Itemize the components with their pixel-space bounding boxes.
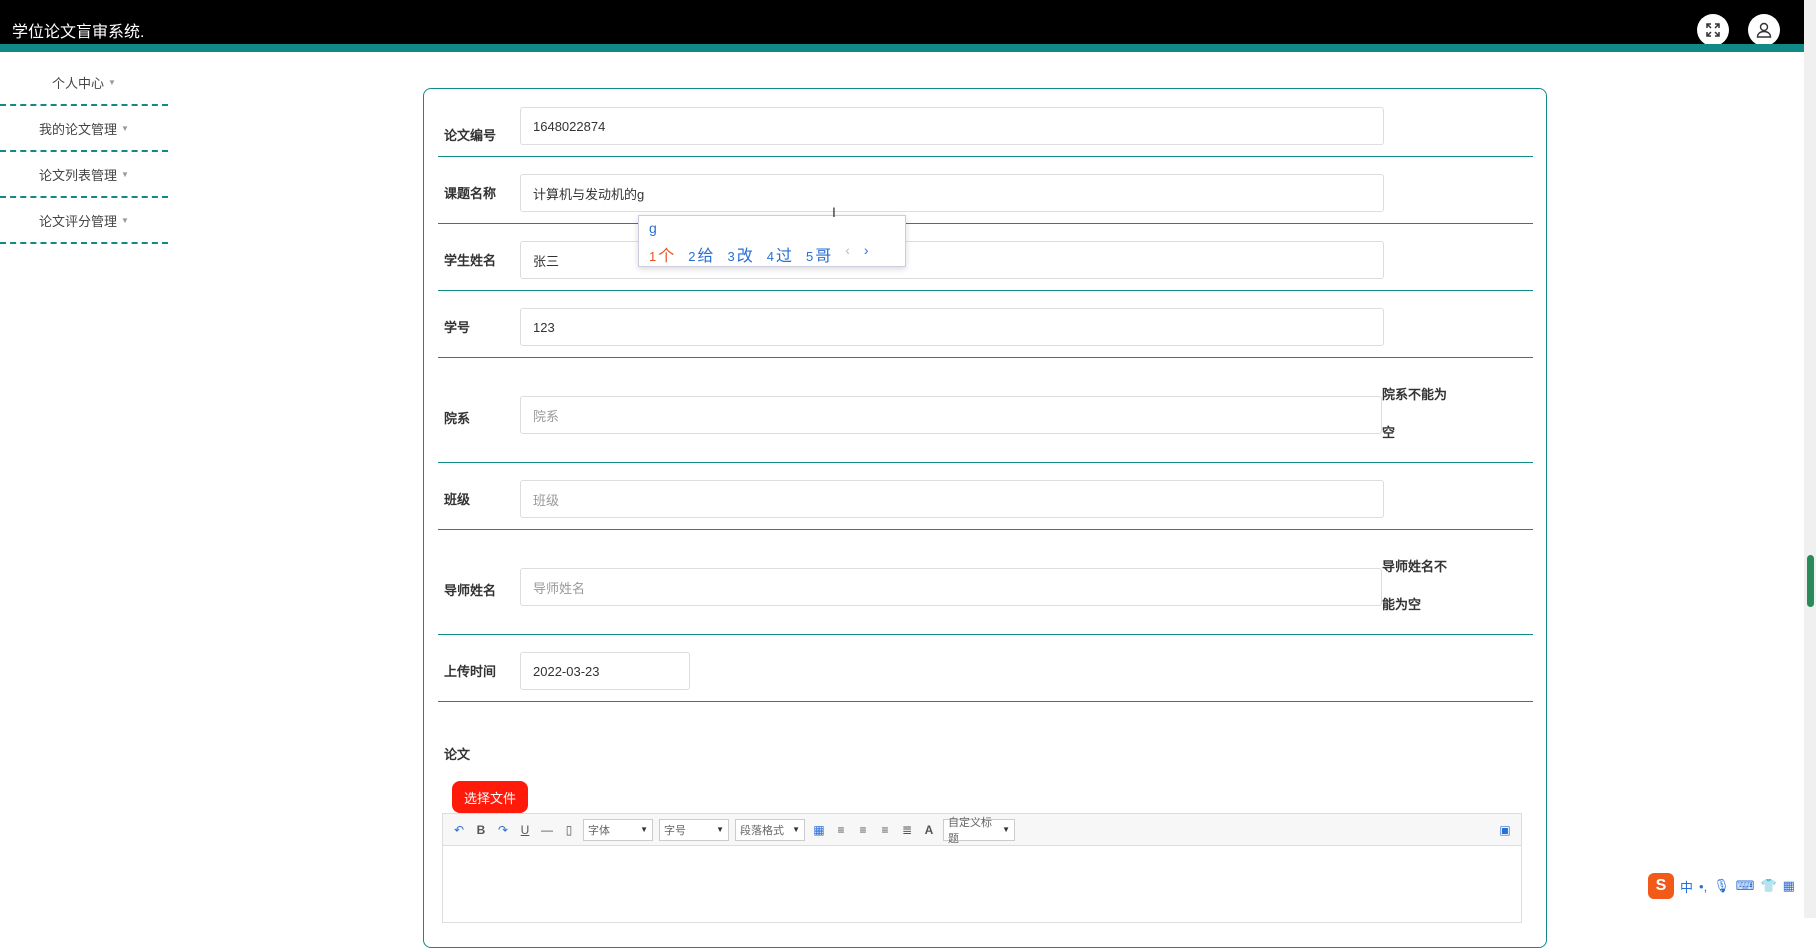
ime-candidate[interactable]: 1个	[649, 242, 674, 266]
sidebar-item-thesis-scoring[interactable]: 论文评分管理 ▼	[0, 198, 168, 244]
sidebar-item-label: 我的论文管理	[39, 121, 118, 137]
row-advisor: 导师姓名 导师姓名 导师姓名不能为空	[438, 530, 1533, 635]
class-input[interactable]: 班级	[520, 480, 1384, 518]
ime-candidate[interactable]: 3改	[728, 242, 753, 266]
ime-toolbar: S 中 •, 🎙 ⌨ 👕 ▦	[1648, 872, 1795, 900]
ime-next-icon[interactable]: ›	[864, 242, 869, 266]
microphone-icon[interactable]: 🎙	[1713, 878, 1730, 894]
sidebar: 个人中心 ▼ 我的论文管理 ▼ 论文列表管理 ▼ 论文评分管理 ▼	[0, 60, 168, 244]
field-label: 学号	[444, 320, 471, 335]
ime-candidate[interactable]: 4过	[767, 242, 792, 266]
expand-icon	[1706, 23, 1720, 37]
thesis-label: 论文	[444, 747, 471, 762]
size-select[interactable]: 字号 ▼	[659, 818, 729, 841]
undo-icon[interactable]: ↶	[451, 822, 467, 838]
ime-prev-icon[interactable]: ‹	[845, 242, 850, 266]
punctuation-icon[interactable]: •,	[1699, 879, 1707, 894]
caret-down-icon: ▼	[108, 77, 116, 87]
align-left-icon[interactable]: ≡	[833, 822, 849, 838]
sidebar-item-label: 个人中心	[52, 75, 105, 91]
sidebar-item-label: 论文列表管理	[39, 167, 118, 183]
field-label: 上传时间	[444, 664, 497, 679]
bold-button[interactable]: B	[473, 822, 489, 838]
rich-text-editor: ↶ B ↷ U — ▯ 字体 ▼ 字号 ▼ 段落格式 ▼ ▦ ≡ ≡ ≡ ≣ A…	[442, 813, 1522, 923]
font-select[interactable]: 字体 ▼	[583, 818, 653, 841]
redo-icon[interactable]: ↷	[495, 822, 511, 838]
keyboard-icon[interactable]: ⌨	[1736, 878, 1755, 894]
preview-icon[interactable]: ▣	[1497, 822, 1513, 838]
field-label: 院系	[444, 411, 471, 426]
row-upload-time: 上传时间 2022-03-23	[438, 635, 1533, 702]
department-error: 院系不能为空	[1382, 387, 1448, 440]
sidebar-item-label: 论文评分管理	[39, 213, 118, 229]
paragraph-select[interactable]: 段落格式 ▼	[735, 818, 805, 841]
text-cursor-icon: I	[832, 204, 836, 220]
sidebar-item-my-thesis[interactable]: 我的论文管理 ▼	[0, 106, 168, 152]
horizontal-rule-icon[interactable]: —	[539, 822, 555, 838]
size-select-label: 字号	[664, 824, 686, 837]
font-color-button[interactable]: A	[921, 822, 937, 838]
row-thesis-no: 论文编号 1648022874	[438, 103, 1533, 157]
topic-input[interactable]: 计算机与发动机的g	[520, 174, 1384, 212]
ime-composition: g	[649, 220, 657, 236]
sogou-logo-icon[interactable]: S	[1648, 873, 1674, 899]
row-student-name: 学生姓名 张三	[438, 224, 1533, 291]
custom-title-select[interactable]: 自定义标题 ▼	[943, 817, 1015, 845]
row-topic: 课题名称 计算机与发动机的g	[438, 157, 1533, 224]
scrollbar-thumb[interactable]	[1807, 555, 1814, 607]
field-label: 课题名称	[444, 186, 497, 201]
top-bar: 学位论文盲审系统.	[0, 0, 1816, 52]
caret-down-icon: ▼	[121, 215, 129, 225]
sidebar-item-thesis-list[interactable]: 论文列表管理 ▼	[0, 152, 168, 198]
custom-title-select-label: 自定义标题	[948, 816, 992, 845]
student-id-input[interactable]: 123	[520, 308, 1384, 346]
ime-candidate[interactable]: 2给	[688, 242, 713, 266]
field-label: 学生姓名	[444, 253, 497, 268]
field-label: 班级	[444, 492, 471, 507]
field-label: 论文编号	[444, 128, 497, 143]
page-scrollbar[interactable]	[1804, 0, 1816, 918]
advisor-input[interactable]: 导师姓名	[520, 568, 1382, 606]
skin-icon[interactable]: 👕	[1760, 878, 1776, 894]
align-right-icon[interactable]: ≡	[855, 822, 871, 838]
caret-down-icon: ▼	[792, 825, 800, 834]
paragraph-select-label: 段落格式	[740, 824, 784, 837]
caret-down-icon: ▼	[716, 825, 724, 834]
row-class: 班级 班级	[438, 463, 1533, 530]
thesis-no-input[interactable]: 1648022874	[520, 107, 1384, 145]
ime-mode-indicator[interactable]: 中	[1680, 877, 1693, 896]
caret-down-icon: ▼	[1002, 825, 1010, 834]
align-center-icon[interactable]: ≡	[877, 822, 893, 838]
page-icon[interactable]: ▯	[561, 822, 577, 838]
caret-down-icon: ▼	[121, 169, 129, 179]
choose-file-button[interactable]: 选择文件	[452, 781, 528, 813]
department-input[interactable]: 院系	[520, 396, 1382, 434]
table-icon[interactable]: ▦	[811, 822, 827, 838]
fullscreen-button[interactable]	[1697, 14, 1729, 46]
ime-candidate-window: g 1个 2给 3改 4过 5哥 ‹ ›	[638, 215, 906, 267]
row-student-id: 学号 123	[438, 291, 1533, 358]
caret-down-icon: ▼	[121, 123, 129, 133]
underline-button[interactable]: U	[517, 822, 533, 838]
user-menu-button[interactable]	[1748, 14, 1780, 46]
align-justify-icon[interactable]: ≣	[899, 822, 915, 838]
editor-toolbar: ↶ B ↷ U — ▯ 字体 ▼ 字号 ▼ 段落格式 ▼ ▦ ≡ ≡ ≡ ≣ A…	[443, 814, 1521, 846]
sidebar-item-personal-center[interactable]: 个人中心 ▼	[0, 60, 168, 106]
font-select-label: 字体	[588, 824, 610, 837]
app-title: 学位论文盲审系统.	[12, 24, 145, 41]
ime-candidate[interactable]: 5哥	[806, 242, 831, 266]
top-bar-accent	[0, 44, 1816, 52]
upload-time-input[interactable]: 2022-03-23	[520, 652, 690, 690]
row-department: 院系 院系 院系不能为空	[438, 358, 1533, 463]
advisor-error: 导师姓名不能为空	[1382, 559, 1448, 612]
toolbox-icon[interactable]: ▦	[1783, 878, 1795, 894]
ime-candidates: 1个 2给 3改 4过 5哥 ‹ ›	[649, 242, 869, 266]
field-label: 导师姓名	[444, 583, 497, 598]
caret-down-icon: ▼	[640, 825, 648, 834]
user-icon	[1756, 22, 1772, 38]
